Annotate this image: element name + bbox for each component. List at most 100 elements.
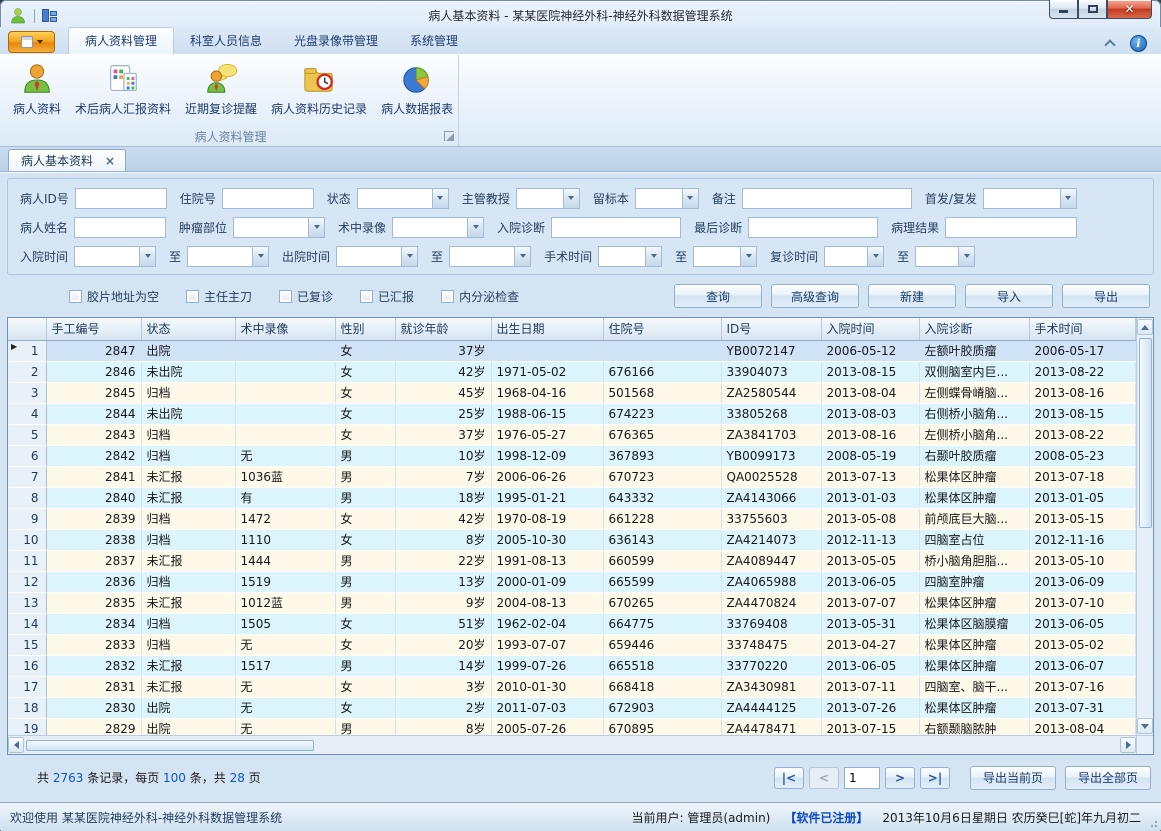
query-button[interactable]: 查询 <box>674 284 762 308</box>
table-row[interactable]: 42844未出院女25岁1988-06-15674223338052682013… <box>8 403 1136 424</box>
table-row[interactable]: 162832未汇报1517男14岁1999-07-266655183377022… <box>8 655 1136 676</box>
column-header-3[interactable]: 术中录像 <box>235 318 335 340</box>
table-row[interactable]: 152833归档无女20岁1993-07-0765944633748475201… <box>8 634 1136 655</box>
ribbon-tab-2[interactable]: 科室人员信息 <box>174 27 278 54</box>
scroll-left-button[interactable] <box>8 737 24 753</box>
column-header-10[interactable]: 入院诊断 <box>919 318 1029 340</box>
filter-至-combo[interactable] <box>449 246 531 267</box>
table-row[interactable]: 72841未汇报1036蓝男7岁2006-06-26670723QA002552… <box>8 466 1136 487</box>
filter-至-combo[interactable] <box>915 246 975 267</box>
table-row[interactable]: 52843归档女37岁1976-05-27676365ZA38417032013… <box>8 424 1136 445</box>
column-header-1[interactable]: 手工编号 <box>46 318 141 340</box>
first-page-button[interactable]: |< <box>774 767 804 789</box>
dropdown-arrow-icon[interactable] <box>958 247 974 266</box>
ribbon-tab-3[interactable]: 光盘录像带管理 <box>278 27 394 54</box>
filter-checkbox-4[interactable]: 已汇报 <box>360 288 414 305</box>
column-header-8[interactable]: ID号 <box>721 318 821 340</box>
filter-主管教授-combo[interactable] <box>516 188 580 209</box>
prev-page-button[interactable]: < <box>809 767 839 789</box>
table-row[interactable]: 112837未汇报1444男22岁1991-08-13660599ZA40894… <box>8 550 1136 571</box>
last-page-button[interactable]: >| <box>920 767 950 789</box>
filter-最后诊断-input[interactable] <box>748 217 878 238</box>
column-header-9[interactable]: 入院时间 <box>821 318 919 340</box>
tab-close-icon[interactable]: × <box>105 155 115 167</box>
close-button[interactable]: ✕ <box>1107 0 1152 19</box>
dropdown-arrow-icon[interactable] <box>867 247 883 266</box>
dropdown-arrow-icon[interactable] <box>740 247 756 266</box>
column-header-2[interactable]: 状态 <box>141 318 235 340</box>
vertical-scroll-thumb[interactable] <box>1139 338 1152 528</box>
table-row[interactable]: 102838归档1110女8岁2005-10-30636143ZA4214073… <box>8 529 1136 550</box>
import-button[interactable]: 导入 <box>965 284 1053 308</box>
table-row[interactable]: 22846未出院女42岁1971-05-02676166339040732013… <box>8 361 1136 382</box>
scroll-right-button[interactable] <box>1120 737 1136 753</box>
filter-出院时间-combo[interactable] <box>336 246 418 267</box>
minimize-button[interactable] <box>1049 0 1078 19</box>
vertical-scrollbar[interactable] <box>1136 318 1153 735</box>
filter-手术时间-combo[interactable] <box>598 246 662 267</box>
filter-术中录像-combo[interactable] <box>392 217 484 238</box>
filter-首发/复发-combo[interactable] <box>983 188 1077 209</box>
dropdown-arrow-icon[interactable] <box>308 218 324 237</box>
tab-patient-basic-info[interactable]: 病人基本资料 × <box>8 149 126 171</box>
patient-data-report-button[interactable]: 病人数据报表 <box>374 58 460 126</box>
filter-病人姓名-input[interactable] <box>74 217 166 238</box>
export-current-page-button[interactable]: 导出当前页 <box>970 766 1056 790</box>
table-row[interactable]: 122836归档1519男13岁2000-01-09665599ZA406598… <box>8 571 1136 592</box>
table-row[interactable]: 62842归档无男10岁1998-12-09367893YB0099173200… <box>8 445 1136 466</box>
table-row[interactable]: 132835未汇报1012蓝男9岁2004-08-13670265ZA44708… <box>8 592 1136 613</box>
column-header-7[interactable]: 住院号 <box>603 318 721 340</box>
column-header-5[interactable]: 就诊年龄 <box>395 318 491 340</box>
table-row[interactable]: 1▶2847出院女37岁YB00721472006-05-12左额叶胶质瘤200… <box>8 340 1136 361</box>
filter-checkbox-2[interactable]: 主任主刀 <box>186 288 252 305</box>
filter-留标本-combo[interactable] <box>635 188 699 209</box>
table-row[interactable]: 172831未汇报无女3岁2010-01-30668418ZA343098120… <box>8 676 1136 697</box>
table-row[interactable]: 82840未汇报有男18岁1995-01-21643332ZA414306620… <box>8 487 1136 508</box>
filter-病人ID号-input[interactable] <box>75 188 167 209</box>
info-icon[interactable]: i <box>1130 35 1147 52</box>
page-number-input[interactable] <box>844 767 880 789</box>
app-menu-button[interactable] <box>8 31 55 53</box>
filter-肿瘤部位-combo[interactable] <box>233 217 325 238</box>
filter-复诊时间-combo[interactable] <box>824 246 884 267</box>
table-row[interactable]: 182830出院无女2岁2011-07-03672903ZA4444125201… <box>8 697 1136 718</box>
filter-住院号-input[interactable] <box>222 188 314 209</box>
table-row[interactable]: 92839归档1472女42岁1970-08-19661228337556032… <box>8 508 1136 529</box>
patient-info-button[interactable]: 病人资料 <box>6 58 68 126</box>
scroll-up-button[interactable] <box>1137 319 1153 335</box>
next-page-button[interactable]: > <box>885 767 915 789</box>
patient-history-button[interactable]: 病人资料历史记录 <box>264 58 374 126</box>
maximize-button[interactable] <box>1078 0 1107 19</box>
dropdown-arrow-icon[interactable] <box>139 247 155 266</box>
resize-grip-icon[interactable] <box>1148 818 1157 827</box>
revisit-reminder-button[interactable]: 近期复诊提醒 <box>178 58 264 126</box>
dropdown-arrow-icon[interactable] <box>682 189 698 208</box>
dropdown-arrow-icon[interactable] <box>252 247 268 266</box>
dropdown-arrow-icon[interactable] <box>645 247 661 266</box>
collapse-ribbon-icon[interactable] <box>1104 39 1115 50</box>
dialog-launcher-icon[interactable] <box>444 131 454 141</box>
scroll-down-button[interactable] <box>1137 718 1153 734</box>
table-row[interactable]: 32845归档女45岁1968-04-16501568ZA25805442013… <box>8 382 1136 403</box>
export-all-pages-button[interactable]: 导出全部页 <box>1065 766 1151 790</box>
ribbon-tab-4[interactable]: 系统管理 <box>394 27 474 54</box>
dropdown-arrow-icon[interactable] <box>467 218 483 237</box>
export-button[interactable]: 导出 <box>1062 284 1150 308</box>
advanced-query-button[interactable]: 高级查询 <box>771 284 859 308</box>
filter-入院诊断-input[interactable] <box>551 217 681 238</box>
dropdown-arrow-icon[interactable] <box>432 189 448 208</box>
table-row[interactable]: 142834归档1505女51岁1962-02-0466477533769408… <box>8 613 1136 634</box>
filter-checkbox-1[interactable]: 胶片地址为空 <box>69 288 159 305</box>
ribbon-tab-1[interactable]: 病人资料管理 <box>68 27 174 54</box>
horizontal-scroll-thumb[interactable] <box>26 740 314 751</box>
dropdown-arrow-icon[interactable] <box>401 247 417 266</box>
filter-checkbox-5[interactable]: 内分泌检查 <box>441 288 519 305</box>
dropdown-arrow-icon[interactable] <box>514 247 530 266</box>
postop-report-button[interactable]: 术后病人汇报资料 <box>68 58 178 126</box>
table-row[interactable]: 192829出院无男8岁2005-07-26670895ZA4478471201… <box>8 718 1136 735</box>
filter-checkbox-3[interactable]: 已复诊 <box>279 288 333 305</box>
filter-入院时间-combo[interactable] <box>74 246 156 267</box>
filter-至-combo[interactable] <box>693 246 757 267</box>
column-header-6[interactable]: 出生日期 <box>491 318 603 340</box>
filter-状态-combo[interactable] <box>357 188 449 209</box>
